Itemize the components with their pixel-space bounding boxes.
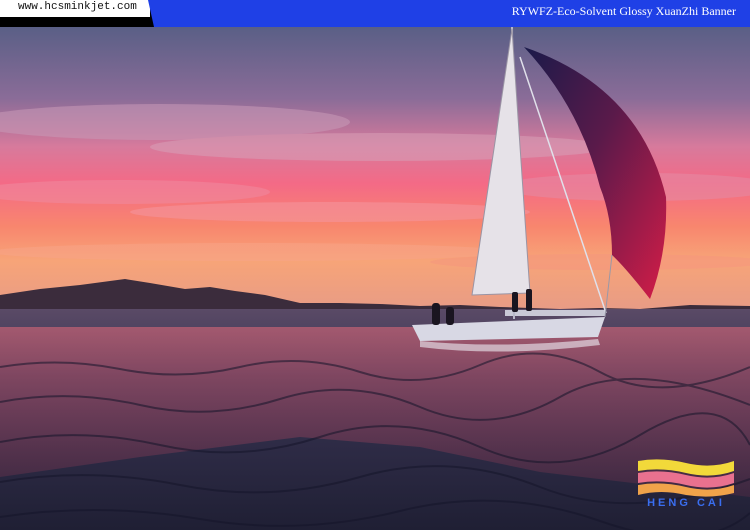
logo-text: HENG CAI: [647, 497, 725, 509]
banner-frame: www.hcsminkjet.com RYWFZ-Eco-Solvent Glo…: [0, 0, 750, 530]
site-url: www.hcsminkjet.com: [0, 0, 150, 17]
top-bar: www.hcsminkjet.com RYWFZ-Eco-Solvent Glo…: [0, 0, 750, 27]
sunset-sailing-photo: [0, 27, 750, 530]
product-title: RYWFZ-Eco-Solvent Glossy XuanZhi Banner: [148, 0, 750, 27]
